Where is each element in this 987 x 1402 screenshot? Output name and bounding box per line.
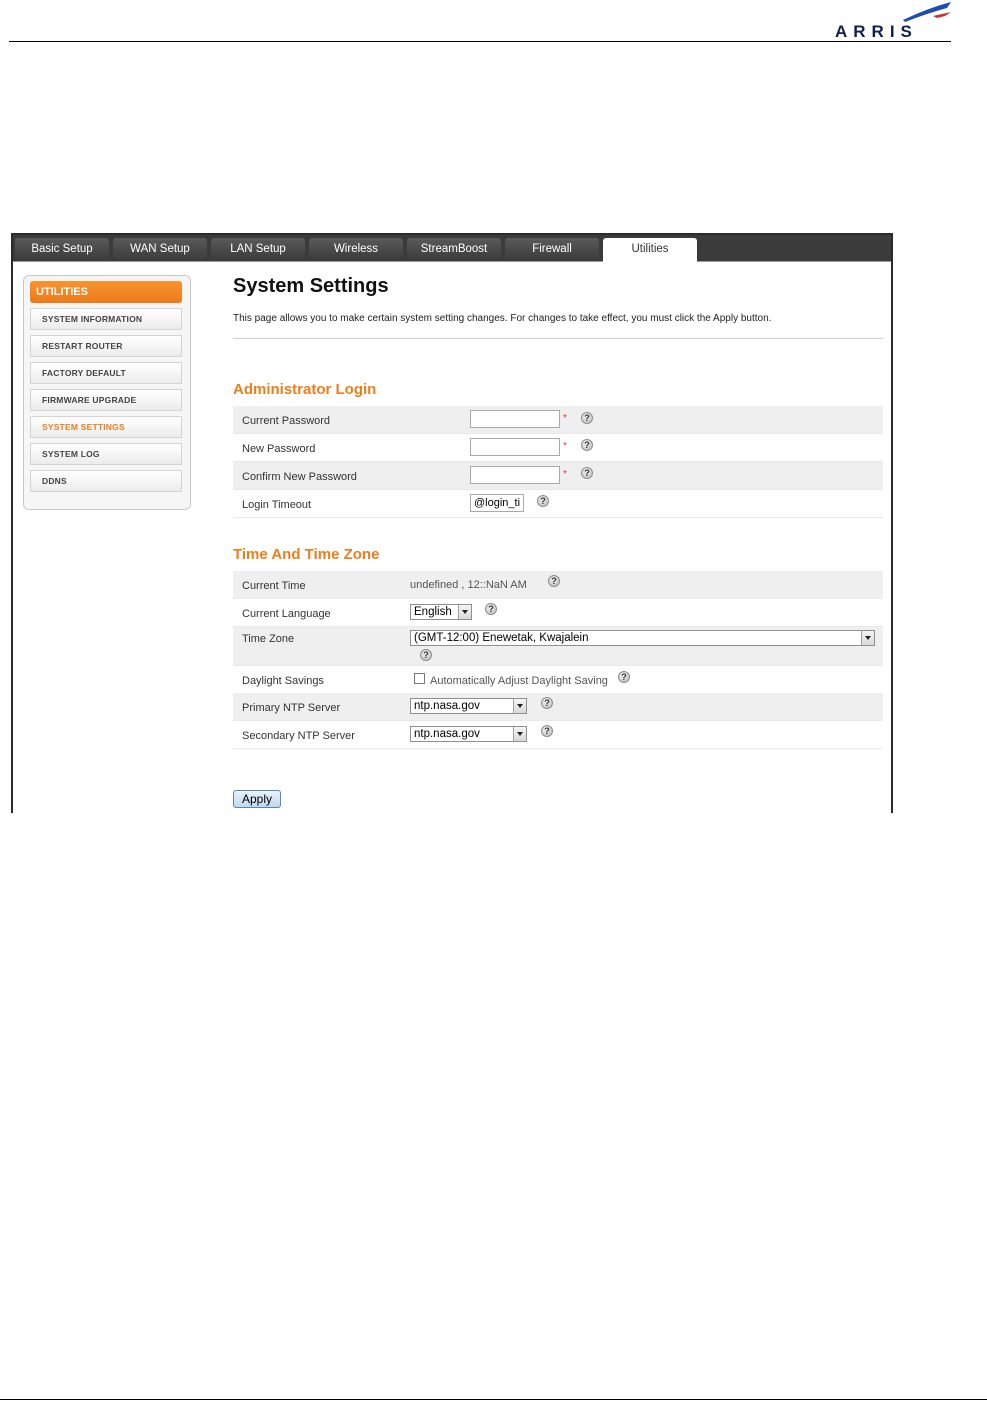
current-time-label: Current Time bbox=[242, 580, 306, 592]
row-secondary-ntp: Secondary NTP Server ntp.nasa.gov ? bbox=[233, 721, 883, 749]
help-icon[interactable]: ? bbox=[537, 495, 549, 507]
time-zone-label: Time Zone bbox=[242, 633, 295, 645]
login-timeout-input[interactable] bbox=[470, 494, 524, 512]
confirm-password-input[interactable] bbox=[470, 466, 560, 484]
row-daylight-savings: Daylight Savings Automatically Adjust Da… bbox=[233, 666, 883, 694]
current-time-value: undefined , 12::NaN AM bbox=[410, 579, 527, 591]
sidebar-item-factory-default[interactable]: FACTORY DEFAULT bbox=[30, 362, 182, 384]
primary-ntp-label: Primary NTP Server bbox=[242, 702, 341, 714]
help-icon[interactable]: ? bbox=[548, 575, 560, 587]
help-icon[interactable]: ? bbox=[581, 467, 593, 479]
row-current-time: Current Time undefined , 12::NaN AM ? bbox=[233, 571, 883, 599]
chevron-down-icon bbox=[513, 727, 526, 741]
current-password-label: Current Password bbox=[242, 415, 331, 427]
time-zone-value: (GMT-12:00) Enewetak, Kwajalein bbox=[414, 632, 589, 644]
tab-streamboost[interactable]: StreamBoost bbox=[407, 238, 501, 261]
tab-firewall[interactable]: Firewall bbox=[505, 238, 599, 261]
logo-wordmark: ARRIS bbox=[835, 22, 918, 41]
current-language-select[interactable]: English bbox=[410, 604, 472, 620]
section-title-time-zone: Time And Time Zone bbox=[233, 546, 380, 563]
help-icon[interactable]: ? bbox=[541, 697, 553, 709]
page-description: This page allows you to make certain sys… bbox=[233, 313, 772, 324]
primary-ntp-value: ntp.nasa.gov bbox=[414, 700, 480, 712]
section-title-admin-login: Administrator Login bbox=[233, 381, 377, 398]
sidebar-item-system-log[interactable]: SYSTEM LOG bbox=[30, 443, 182, 465]
page-title: System Settings bbox=[233, 275, 389, 297]
required-mark: * bbox=[563, 441, 567, 452]
help-icon[interactable]: ? bbox=[618, 671, 630, 683]
daylight-checkbox-label: Automatically Adjust Daylight Saving bbox=[430, 675, 608, 687]
document-footer-rule bbox=[0, 1399, 987, 1400]
login-timeout-label: Login Timeout bbox=[242, 499, 312, 511]
row-primary-ntp: Primary NTP Server ntp.nasa.gov ? bbox=[233, 693, 883, 721]
sidebar-header: UTILITIES bbox=[30, 281, 182, 303]
help-icon[interactable]: ? bbox=[420, 649, 432, 661]
apply-button[interactable]: Apply bbox=[233, 790, 281, 808]
daylight-savings-checkbox[interactable] bbox=[414, 673, 425, 684]
required-mark: * bbox=[563, 413, 567, 424]
confirm-password-label: Confirm New Password bbox=[242, 471, 357, 483]
help-icon[interactable]: ? bbox=[485, 603, 497, 615]
logo-swoosh-icon bbox=[903, 2, 951, 22]
tab-utilities[interactable]: Utilities bbox=[603, 238, 697, 262]
secondary-ntp-value: ntp.nasa.gov bbox=[414, 728, 480, 740]
arris-logo: ARRIS bbox=[833, 2, 953, 42]
row-time-zone: Time Zone (GMT-12:00) Enewetak, Kwajalei… bbox=[233, 627, 883, 666]
chevron-down-icon bbox=[861, 631, 874, 645]
router-ui-window: Basic Setup WAN Setup LAN Setup Wireless… bbox=[11, 233, 893, 813]
required-mark: * bbox=[563, 469, 567, 480]
time-zone-select[interactable]: (GMT-12:00) Enewetak, Kwajalein bbox=[410, 630, 875, 646]
main-tab-bar: Basic Setup WAN Setup LAN Setup Wireless… bbox=[13, 235, 891, 262]
tab-basic-setup[interactable]: Basic Setup bbox=[15, 238, 109, 261]
daylight-savings-label: Daylight Savings bbox=[242, 675, 324, 687]
row-current-password: Current Password * ? bbox=[233, 406, 883, 434]
row-current-language: Current Language English ? bbox=[233, 599, 883, 627]
chevron-down-icon bbox=[513, 699, 526, 713]
help-icon[interactable]: ? bbox=[581, 439, 593, 451]
current-language-label: Current Language bbox=[242, 608, 331, 620]
primary-ntp-select[interactable]: ntp.nasa.gov bbox=[410, 698, 527, 714]
help-icon[interactable]: ? bbox=[541, 725, 553, 737]
document-header-rule bbox=[9, 41, 951, 42]
sidebar-item-firmware-upgrade[interactable]: FIRMWARE UPGRADE bbox=[30, 389, 182, 411]
row-confirm-password: Confirm New Password * ? bbox=[233, 462, 883, 490]
chevron-down-icon bbox=[458, 605, 471, 619]
current-language-value: English bbox=[414, 606, 452, 618]
tab-lan-setup[interactable]: LAN Setup bbox=[211, 238, 305, 261]
help-icon[interactable]: ? bbox=[581, 412, 593, 424]
sidebar-item-ddns[interactable]: DDNS bbox=[30, 470, 182, 492]
secondary-ntp-select[interactable]: ntp.nasa.gov bbox=[410, 726, 527, 742]
row-new-password: New Password * ? bbox=[233, 434, 883, 462]
new-password-label: New Password bbox=[242, 443, 316, 455]
divider bbox=[233, 338, 883, 339]
tab-wireless[interactable]: Wireless bbox=[309, 238, 403, 261]
current-password-input[interactable] bbox=[470, 410, 560, 428]
row-login-timeout: Login Timeout ? bbox=[233, 490, 883, 518]
sidebar-item-restart-router[interactable]: RESTART ROUTER bbox=[30, 335, 182, 357]
new-password-input[interactable] bbox=[470, 438, 560, 456]
secondary-ntp-label: Secondary NTP Server bbox=[242, 730, 355, 742]
tab-wan-setup[interactable]: WAN Setup bbox=[113, 238, 207, 261]
sidebar-item-system-information[interactable]: SYSTEM INFORMATION bbox=[30, 308, 182, 330]
utilities-sidebar: UTILITIES SYSTEM INFORMATION RESTART ROU… bbox=[23, 275, 191, 510]
sidebar-item-system-settings[interactable]: SYSTEM SETTINGS bbox=[30, 416, 182, 438]
